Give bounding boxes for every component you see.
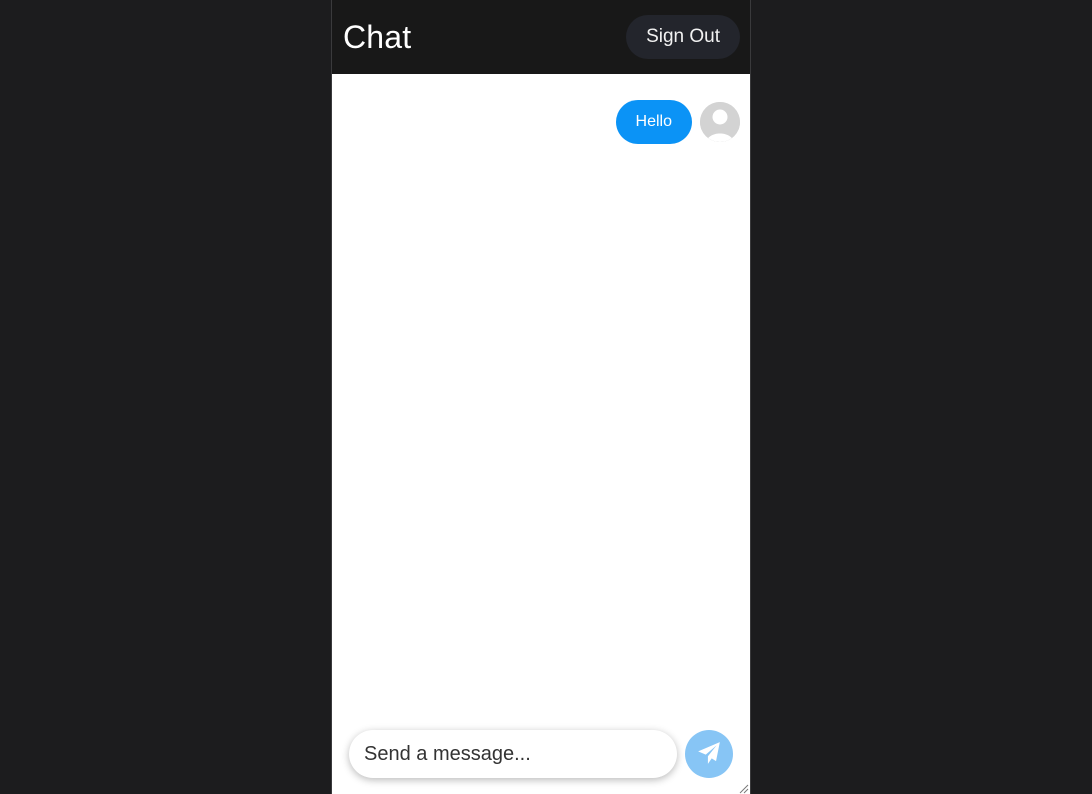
message-composer [332, 720, 750, 794]
send-button[interactable] [685, 730, 733, 778]
user-avatar-icon [700, 102, 740, 142]
app-header: Chat Sign Out [332, 0, 750, 74]
resize-grip-icon[interactable] [737, 781, 749, 794]
message-bubble: Hello [615, 100, 692, 144]
sign-out-button[interactable]: Sign Out [626, 15, 740, 59]
chat-window: Chat Sign Out Hello [331, 0, 751, 794]
message-input[interactable] [349, 730, 677, 778]
message-list[interactable]: Hello [332, 74, 750, 720]
paper-plane-icon [696, 740, 722, 769]
message-row: Hello [615, 100, 740, 144]
page-title: Chat [343, 18, 412, 55]
